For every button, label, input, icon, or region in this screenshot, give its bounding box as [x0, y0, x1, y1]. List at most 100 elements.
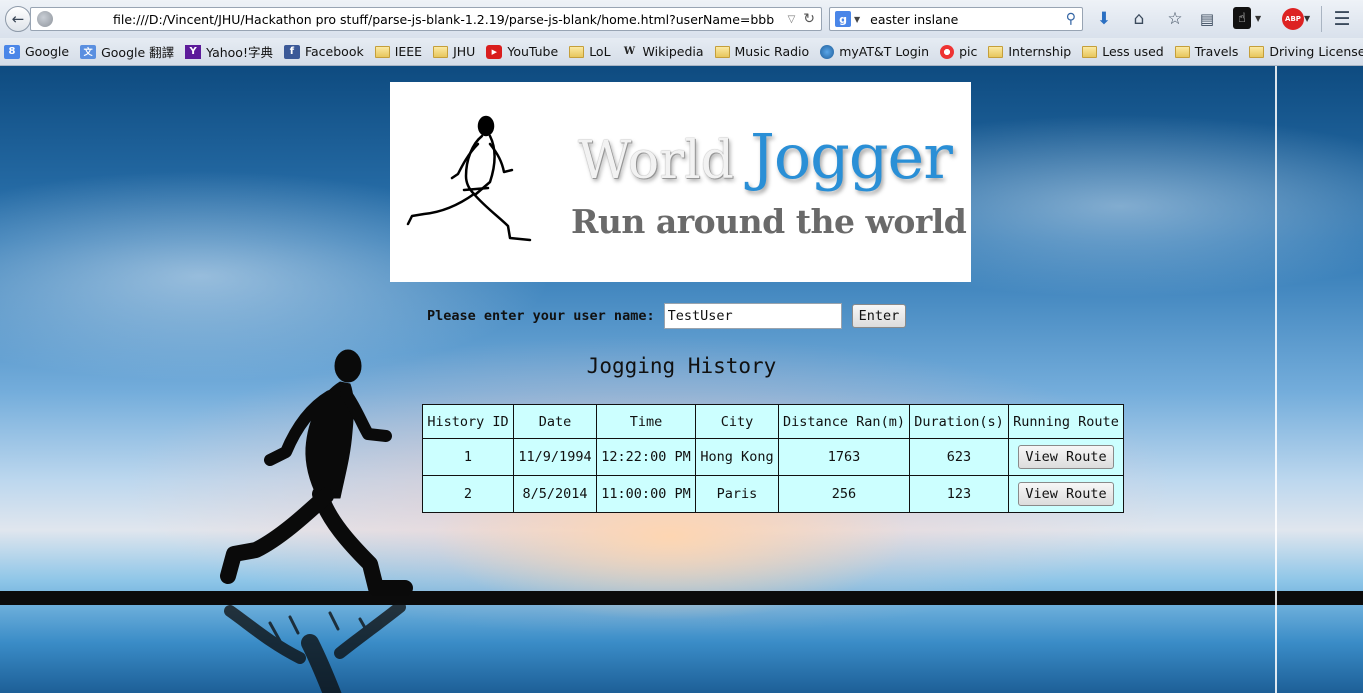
cell-distance: 1763 — [778, 438, 910, 476]
back-arrow-icon: ← — [11, 10, 25, 28]
browser-toolbar: ← file:///D:/Vincent/JHU/Hackathon pro s… — [0, 0, 1363, 38]
column-header-distance: Distance Ran(m) — [778, 404, 910, 439]
column-header-city: City — [695, 404, 779, 439]
cell-time: 12:22:00 PM — [596, 438, 696, 476]
table-row: 1 11/9/1994 12:22:00 PM Hong Kong 1763 6… — [422, 438, 1124, 476]
enter-button[interactable]: Enter — [851, 304, 907, 328]
folder-icon — [988, 45, 1004, 58]
folder-icon — [1249, 45, 1265, 58]
table-header-row: History ID Date Time City Distance Ran(m… — [422, 404, 1124, 439]
app-title-world: World — [578, 131, 734, 191]
bookmark-label: Music Radio — [734, 44, 810, 59]
cell-city: Paris — [695, 475, 779, 513]
bookmark-ieee[interactable]: IEEE — [374, 44, 422, 59]
bookmark-att-login[interactable]: myAT&T Login — [820, 44, 929, 59]
app-tagline: Run around the world — [571, 202, 967, 241]
address-bar-url[interactable]: file:///D:/Vincent/JHU/Hackathon pro stu… — [113, 12, 788, 27]
app-title-jogger: Jogger — [750, 120, 953, 193]
address-bar[interactable]: file:///D:/Vincent/JHU/Hackathon pro stu… — [30, 7, 822, 31]
bookmark-jhu[interactable]: JHU — [433, 44, 475, 59]
column-header-running-route: Running Route — [1008, 404, 1124, 439]
username-form: Please enter your user name: Enter — [427, 303, 907, 329]
bookmark-yahoo-dictionary[interactable]: Y Yahoo!字典 — [185, 42, 273, 61]
search-engine-dropdown-icon[interactable]: ▼ — [854, 15, 860, 24]
bookmark-google[interactable]: 8 Google — [4, 44, 69, 59]
folder-icon — [1174, 45, 1190, 58]
bookmark-travels[interactable]: Travels — [1174, 44, 1239, 59]
folder-icon — [714, 45, 730, 58]
bookmark-label: myAT&T Login — [839, 44, 930, 59]
bookmark-pic[interactable]: pic — [940, 44, 977, 59]
cell-time: 11:00:00 PM — [596, 475, 696, 513]
page-background: World Jogger Run around the world Please … — [0, 66, 1363, 693]
home-icon[interactable]: ⌂ — [1128, 8, 1150, 30]
bookmark-label: Driving License — [1269, 44, 1363, 59]
cell-distance: 256 — [778, 475, 910, 513]
column-header-time: Time — [596, 404, 696, 439]
google-icon[interactable]: g — [835, 11, 851, 27]
hand-dropdown-icon[interactable]: ▼ — [1255, 14, 1261, 23]
menu-icon[interactable]: ☰ — [1331, 8, 1353, 30]
folder-icon — [569, 45, 585, 58]
site-identity-icon[interactable] — [37, 11, 53, 27]
column-header-date: Date — [513, 404, 597, 439]
column-header-duration: Duration(s) — [909, 404, 1009, 439]
url-history-dropdown-icon[interactable]: ▽ — [788, 14, 796, 25]
bookmark-music-radio[interactable]: Music Radio — [714, 44, 810, 59]
cell-date: 8/5/2014 — [513, 475, 597, 513]
facebook-icon: f — [283, 44, 300, 59]
search-icon[interactable]: ⚲ — [1066, 11, 1076, 27]
bookmark-internship[interactable]: Internship — [988, 44, 1071, 59]
bookmark-label: Wikipedia — [642, 44, 704, 59]
view-route-button[interactable]: View Route — [1018, 482, 1114, 506]
bookmark-google-translate[interactable]: 文 Google 翻譯 — [80, 42, 174, 61]
bookmark-star-icon[interactable]: ☆ — [1164, 8, 1186, 30]
bookmark-label: LoL — [589, 44, 611, 59]
jogging-history-table: History ID Date Time City Distance Ran(m… — [422, 404, 1124, 513]
runner-silhouette-icon — [220, 349, 413, 596]
youtube-icon: ▶ — [486, 44, 503, 59]
bookmark-label: Google 翻譯 — [101, 45, 175, 60]
adblock-icon[interactable]: ABP — [1282, 8, 1304, 30]
username-input[interactable] — [663, 303, 842, 329]
download-icon[interactable]: ⬇ — [1093, 8, 1115, 30]
translate-icon: 文 — [80, 44, 97, 59]
bookmark-wikipedia[interactable]: W Wikipedia — [622, 44, 704, 59]
cell-running-route: View Route — [1008, 475, 1124, 513]
runner-reflection-icon — [224, 603, 406, 693]
app-title: World Jogger — [578, 120, 953, 193]
wikipedia-icon: W — [623, 46, 636, 57]
bookmark-label: YouTube — [507, 44, 559, 59]
cell-date: 11/9/1994 — [513, 438, 597, 476]
view-route-button[interactable]: View Route — [1018, 445, 1114, 469]
username-label: Please enter your user name: — [427, 308, 655, 324]
bookmark-label: Less used — [1102, 44, 1164, 59]
bookmark-label: Facebook — [304, 44, 364, 59]
bookmark-label: Travels — [1194, 44, 1239, 59]
cell-duration: 623 — [909, 438, 1009, 476]
bookmark-facebook[interactable]: f Facebook — [283, 44, 364, 59]
cell-duration: 123 — [909, 475, 1009, 513]
folder-icon — [433, 45, 449, 58]
bookmark-driving-license[interactable]: Driving License — [1249, 44, 1363, 59]
att-icon — [820, 44, 835, 59]
table-row: 2 8/5/2014 11:00:00 PM Paris 256 123 Vie… — [422, 475, 1124, 513]
search-input[interactable]: easter inslane — [870, 12, 1066, 27]
bookmark-label: Yahoo!字典 — [206, 45, 273, 60]
app-banner: World Jogger Run around the world — [390, 82, 971, 282]
column-header-history-id: History ID — [422, 404, 514, 439]
reload-icon[interactable]: ↻ — [803, 11, 815, 27]
search-bar[interactable]: g ▼ easter inslane ⚲ — [829, 7, 1083, 31]
pic-icon — [940, 44, 955, 59]
background-seam — [1275, 66, 1277, 693]
reader-icon[interactable]: ▤ — [1196, 8, 1218, 30]
cell-history-id: 2 — [422, 475, 514, 513]
adblock-dropdown-icon[interactable]: ▼ — [1304, 14, 1310, 23]
back-button[interactable]: ← — [5, 6, 31, 32]
bookmark-youtube[interactable]: ▶ YouTube — [486, 44, 558, 59]
bookmark-less-used[interactable]: Less used — [1082, 44, 1164, 59]
bookmark-lol[interactable]: LoL — [569, 44, 611, 59]
history-title: Jogging History — [586, 354, 777, 378]
bookmark-label: pic — [959, 44, 978, 59]
hand-cursor-icon[interactable]: ☝ — [1233, 7, 1251, 29]
